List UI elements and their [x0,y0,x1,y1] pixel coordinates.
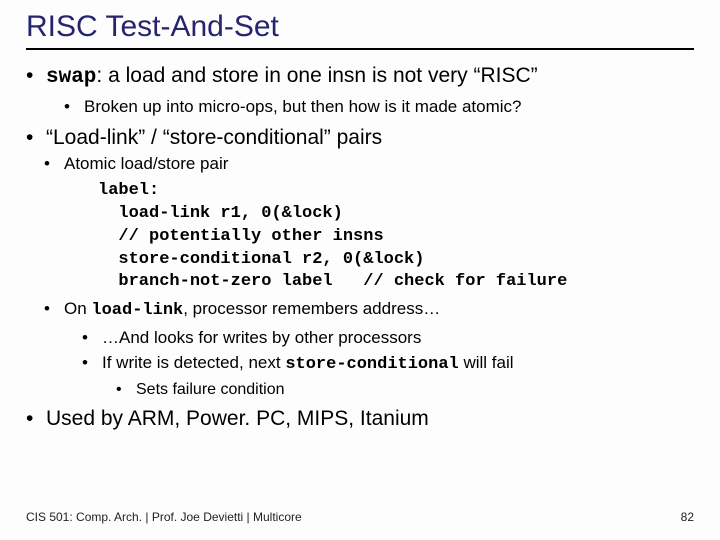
footer: CIS 501: Comp. Arch. | Prof. Joe Deviett… [26,510,694,524]
bullet-write-detected: If write is detected, next store-conditi… [82,350,694,401]
bullet-used-by: Used by ARM, Power. PC, MIPS, Itanium [26,403,694,435]
text: On [64,299,91,318]
title-rule [26,48,694,50]
page-number: 82 [681,510,694,524]
text: , processor remembers address… [183,299,440,318]
bullet-llsc: “Load-link” / “store-conditional” pairs [26,122,694,154]
bullet-atomic-pair: Atomic load/store pair [44,151,694,177]
text: : a load and store in one insn is not ve… [96,64,537,87]
slide: RISC Test-And-Set swap: a load and store… [0,0,720,540]
code-block: label: load-link r1, 0(&lock) // potenti… [98,180,694,295]
bullet-swap: swap: a load and store in one insn is no… [26,60,694,120]
bullet-on-load-link: On load-link, processor remembers addres… [44,296,694,401]
bullet-failure-condition: Sets failure condition [116,378,694,401]
bullet-microops: Broken up into micro-ops, but then how i… [64,94,694,120]
code-load-link: load-link [91,301,183,320]
slide-title: RISC Test-And-Set [26,10,694,44]
text: If write is detected, next [102,353,285,372]
bullet-looks-writes: …And looks for writes by other processor… [82,325,694,351]
code-store-conditional: store-conditional [285,355,458,374]
bullet-list: swap: a load and store in one insn is no… [26,60,694,434]
footer-left: CIS 501: Comp. Arch. | Prof. Joe Deviett… [26,510,302,524]
code-swap: swap [46,66,96,89]
text: will fail [459,353,514,372]
llsc-children: li[data-name="llsc-children"]::before{co… [26,151,694,401]
